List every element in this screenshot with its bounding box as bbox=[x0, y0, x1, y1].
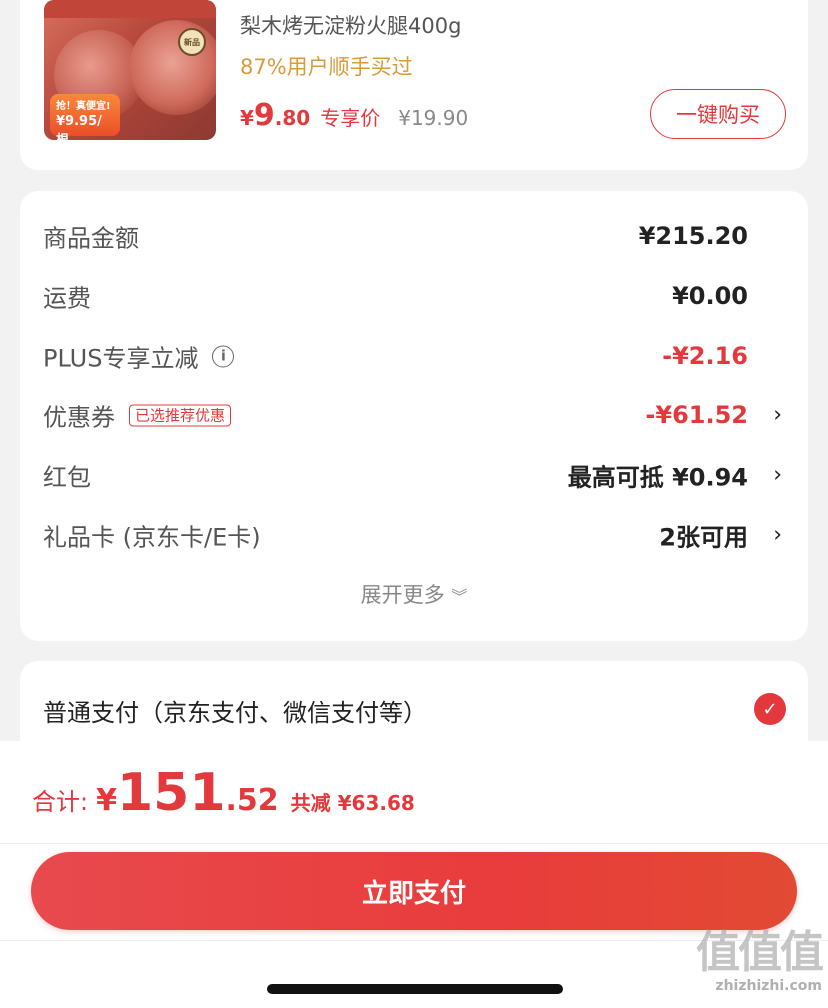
goods-amount-value: ¥215.20 bbox=[638, 222, 748, 250]
divider bbox=[0, 940, 828, 941]
order-summary-card: 商品金额 ¥215.20 运费 ¥0.00 PLUS专享立减 i -¥2.16 … bbox=[20, 191, 808, 641]
summary-row-shipping: 运费 ¥0.00 bbox=[20, 276, 808, 316]
gift-card-label: 礼品卡 (京东卡/E卡) bbox=[43, 523, 261, 552]
total-row: 合计: ¥ 151 .52 共减 ¥63.68 bbox=[32, 763, 415, 823]
checkout-bottom-bar: 合计: ¥ 151 .52 共减 ¥63.68 立即支付 bbox=[0, 741, 828, 1008]
price-integer: 9 bbox=[253, 98, 275, 133]
goods-amount-label: 商品金额 bbox=[43, 224, 139, 253]
chevron-right-icon[interactable]: › bbox=[773, 403, 782, 428]
summary-row-gift-card[interactable]: 礼品卡 (京东卡/E卡) 2张可用 › bbox=[20, 515, 808, 555]
expand-more-button[interactable]: 展开更多 ︾ bbox=[20, 579, 808, 609]
red-packet-label: 红包 bbox=[43, 463, 91, 492]
coupon-value: -¥61.52 bbox=[645, 401, 748, 429]
coupon-label-wrap: 优惠券 已选推荐优惠 bbox=[43, 398, 232, 433]
check-icon[interactable]: ✓ bbox=[754, 693, 786, 725]
exclusive-price-label: 专享价 bbox=[320, 106, 381, 130]
product-card: 新品 抢！真便宜! ¥9.95/根 梨木烤无淀粉火腿400g 87%用户顺手买过… bbox=[20, 0, 808, 170]
chevron-down-icon: ︾ bbox=[451, 587, 468, 606]
summary-row-plus-discount: PLUS专享立减 i -¥2.16 bbox=[20, 336, 808, 376]
plus-discount-value: -¥2.16 bbox=[662, 342, 748, 370]
gift-card-value: 2张可用 bbox=[659, 523, 748, 552]
pay-now-button[interactable]: 立即支付 bbox=[31, 852, 797, 930]
red-packet-value: 最高可抵 ¥0.94 bbox=[567, 463, 748, 492]
summary-row-coupon[interactable]: 优惠券 已选推荐优惠 -¥61.52 › bbox=[20, 395, 808, 435]
divider bbox=[0, 843, 828, 844]
one-click-buy-button[interactable]: 一键购买 bbox=[650, 89, 786, 139]
plus-discount-label-wrap: PLUS专享立减 i bbox=[43, 339, 235, 374]
product-name[interactable]: 梨木烤无淀粉火腿400g bbox=[240, 10, 461, 40]
deal-tag-price: ¥9.95/根 bbox=[56, 114, 102, 140]
coupon-label: 优惠券 bbox=[43, 403, 115, 432]
total-label: 合计: bbox=[32, 788, 89, 816]
payment-method-label: 普通支付（京东支付、微信支付等） bbox=[43, 699, 427, 727]
recommended-coupon-tag: 已选推荐优惠 bbox=[129, 404, 232, 426]
product-bought-rate: 87%用户顺手买过 bbox=[240, 55, 413, 79]
summary-row-red-packet[interactable]: 红包 最高可抵 ¥0.94 › bbox=[20, 455, 808, 495]
total-saved: 共减 ¥63.68 bbox=[290, 791, 415, 815]
summary-row-goods-amount: 商品金额 ¥215.20 bbox=[20, 216, 808, 256]
price-currency: ¥ bbox=[240, 106, 254, 130]
price-decimal: .80 bbox=[274, 106, 311, 130]
info-icon[interactable]: i bbox=[212, 345, 235, 367]
chevron-right-icon[interactable]: › bbox=[773, 463, 782, 488]
product-price-row: ¥ 9 .80 专享价 ¥19.90 bbox=[240, 98, 468, 133]
total-currency: ¥ bbox=[96, 783, 117, 818]
expand-more-label: 展开更多 bbox=[360, 583, 445, 607]
chevron-right-icon[interactable]: › bbox=[773, 523, 782, 548]
deal-tag-line1: 抢！真便宜! bbox=[56, 101, 111, 112]
deal-tag: 抢！真便宜! ¥9.95/根 bbox=[50, 94, 120, 140]
total-integer: 151 bbox=[116, 763, 226, 823]
new-product-badge: 新品 bbox=[178, 28, 206, 56]
image-top-strip bbox=[44, 0, 216, 18]
shipping-label: 运费 bbox=[43, 284, 91, 313]
total-decimal: .52 bbox=[225, 783, 279, 818]
product-image[interactable]: 新品 抢！真便宜! ¥9.95/根 bbox=[44, 0, 216, 140]
new-badge-text: 新品 bbox=[184, 37, 200, 47]
home-indicator[interactable] bbox=[267, 984, 563, 994]
original-price: ¥19.90 bbox=[398, 106, 469, 130]
shipping-value: ¥0.00 bbox=[672, 282, 748, 310]
plus-discount-label: PLUS专享立减 bbox=[43, 344, 199, 373]
